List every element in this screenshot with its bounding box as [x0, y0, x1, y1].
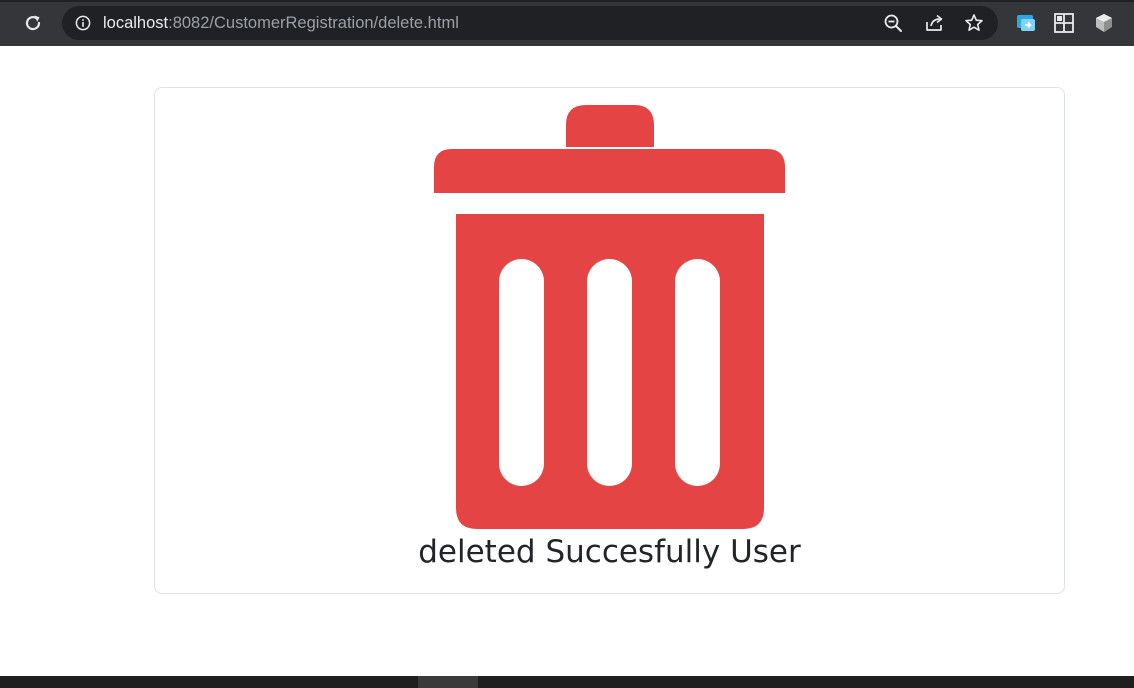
- address-bar[interactable]: localhost:8082/CustomerRegistration/dele…: [62, 6, 998, 40]
- trash-slot-left: [499, 259, 544, 486]
- info-icon: [75, 15, 91, 31]
- zoom-button[interactable]: [882, 12, 904, 34]
- reload-icon: [25, 15, 41, 31]
- zoom-out-icon: [884, 14, 902, 32]
- trash-lid-handle: [566, 105, 654, 147]
- success-message: deleted Succesfully User: [418, 534, 801, 570]
- trash-slot-middle: [587, 259, 632, 486]
- reload-button[interactable]: [20, 10, 46, 36]
- trash-slot-right: [675, 259, 720, 486]
- cube-extension-icon: [1096, 14, 1112, 32]
- star-icon: [965, 14, 983, 31]
- url-text[interactable]: localhost:8082/CustomerRegistration/dele…: [103, 6, 459, 40]
- os-taskbar: [0, 676, 1134, 688]
- url-host: localhost: [103, 14, 169, 32]
- trash-icon: [434, 105, 785, 529]
- screen-share-extension-icon: [1017, 15, 1035, 31]
- url-path: :8082/CustomerRegistration/delete.html: [168, 14, 459, 32]
- taskbar-active-item[interactable]: [418, 676, 478, 688]
- extension-cube[interactable]: [1092, 11, 1116, 35]
- extension-grid[interactable]: [1052, 11, 1076, 35]
- share-button[interactable]: [923, 12, 945, 34]
- share-icon: [926, 14, 943, 31]
- trash-lid: [434, 149, 785, 193]
- browser-toolbar: localhost:8082/CustomerRegistration/dele…: [0, 0, 1134, 46]
- grid-extension-icon: [1054, 13, 1074, 33]
- bookmark-button[interactable]: [963, 12, 985, 34]
- extension-screen-share[interactable]: [1014, 11, 1038, 35]
- site-info-button[interactable]: [74, 14, 92, 32]
- tab-strip-edge: [0, 0, 1134, 2]
